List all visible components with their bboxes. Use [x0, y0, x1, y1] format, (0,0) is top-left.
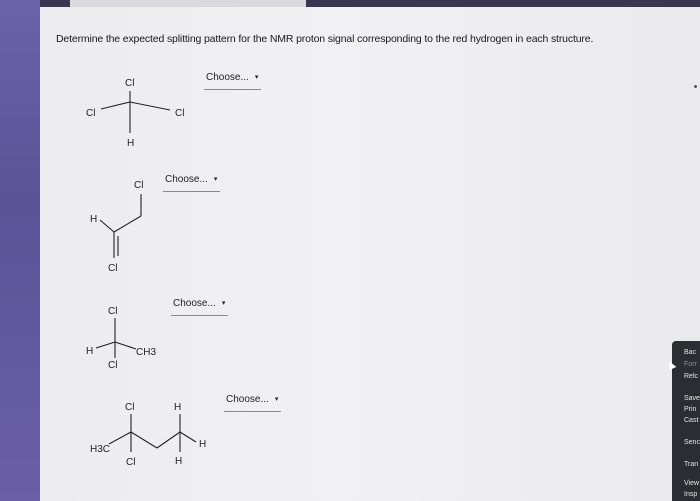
- bond: [108, 431, 132, 445]
- bond: [113, 215, 142, 233]
- bond: [156, 431, 181, 449]
- menu-item-send[interactable]: Senc: [684, 439, 700, 446]
- atom-h-right: H: [199, 439, 206, 450]
- atom-h-left: H: [90, 214, 97, 225]
- atom-cl-left: Cl: [86, 108, 95, 119]
- atom-cl-top: Cl: [125, 402, 134, 413]
- atom-h-bottom: H: [175, 456, 182, 467]
- bond: [179, 431, 197, 443]
- menu-item-print[interactable]: Prin: [684, 406, 696, 413]
- atom-cl-bottom: Cl: [108, 360, 117, 371]
- atom-cl-bottom: Cl: [126, 457, 135, 468]
- bond: [114, 341, 137, 350]
- atom-ch3-right: CH3: [136, 347, 156, 358]
- structure-4: Cl H H3C Cl H H: [90, 402, 206, 468]
- molecule-drawings: Cl Cl Cl H Cl H Cl Cl H CH3 Cl Cl H H3C …: [86, 78, 206, 468]
- atom-h-bottom: H: [127, 138, 134, 149]
- menu-item-reload[interactable]: Relc: [684, 373, 698, 380]
- menu-item-translate[interactable]: Tran: [684, 461, 698, 468]
- bond: [95, 341, 116, 349]
- atom-cl-top: Cl: [125, 78, 134, 89]
- atom-cl-top: Cl: [108, 306, 117, 317]
- context-menu: Bac Forr Relc Save Prin Cast Senc Tran V…: [672, 341, 700, 501]
- menu-item-view-source[interactable]: View: [684, 480, 699, 487]
- atom-h-left: H: [86, 346, 93, 357]
- atom-cl-top: Cl: [134, 180, 143, 191]
- menu-item-inspect[interactable]: Insp: [684, 491, 697, 498]
- atom-h3c: H3C: [90, 444, 110, 455]
- structure-2: Cl H Cl: [90, 180, 143, 274]
- bond: [99, 219, 115, 233]
- atom-cl-right: Cl: [175, 108, 184, 119]
- menu-item-forward[interactable]: Forr: [684, 361, 697, 368]
- structure-3: Cl H CH3 Cl: [86, 306, 156, 371]
- atom-cl-bottom: Cl: [108, 263, 117, 274]
- structure-1: Cl Cl Cl H: [86, 78, 184, 149]
- menu-item-back[interactable]: Bac: [684, 349, 696, 356]
- stray-dot: [694, 85, 697, 88]
- bond: [130, 431, 158, 449]
- atom-h-top: H: [174, 402, 181, 413]
- menu-item-cast[interactable]: Cast: [684, 417, 698, 424]
- menu-item-save[interactable]: Save: [684, 395, 700, 402]
- bond: [100, 101, 131, 110]
- bond: [129, 101, 171, 111]
